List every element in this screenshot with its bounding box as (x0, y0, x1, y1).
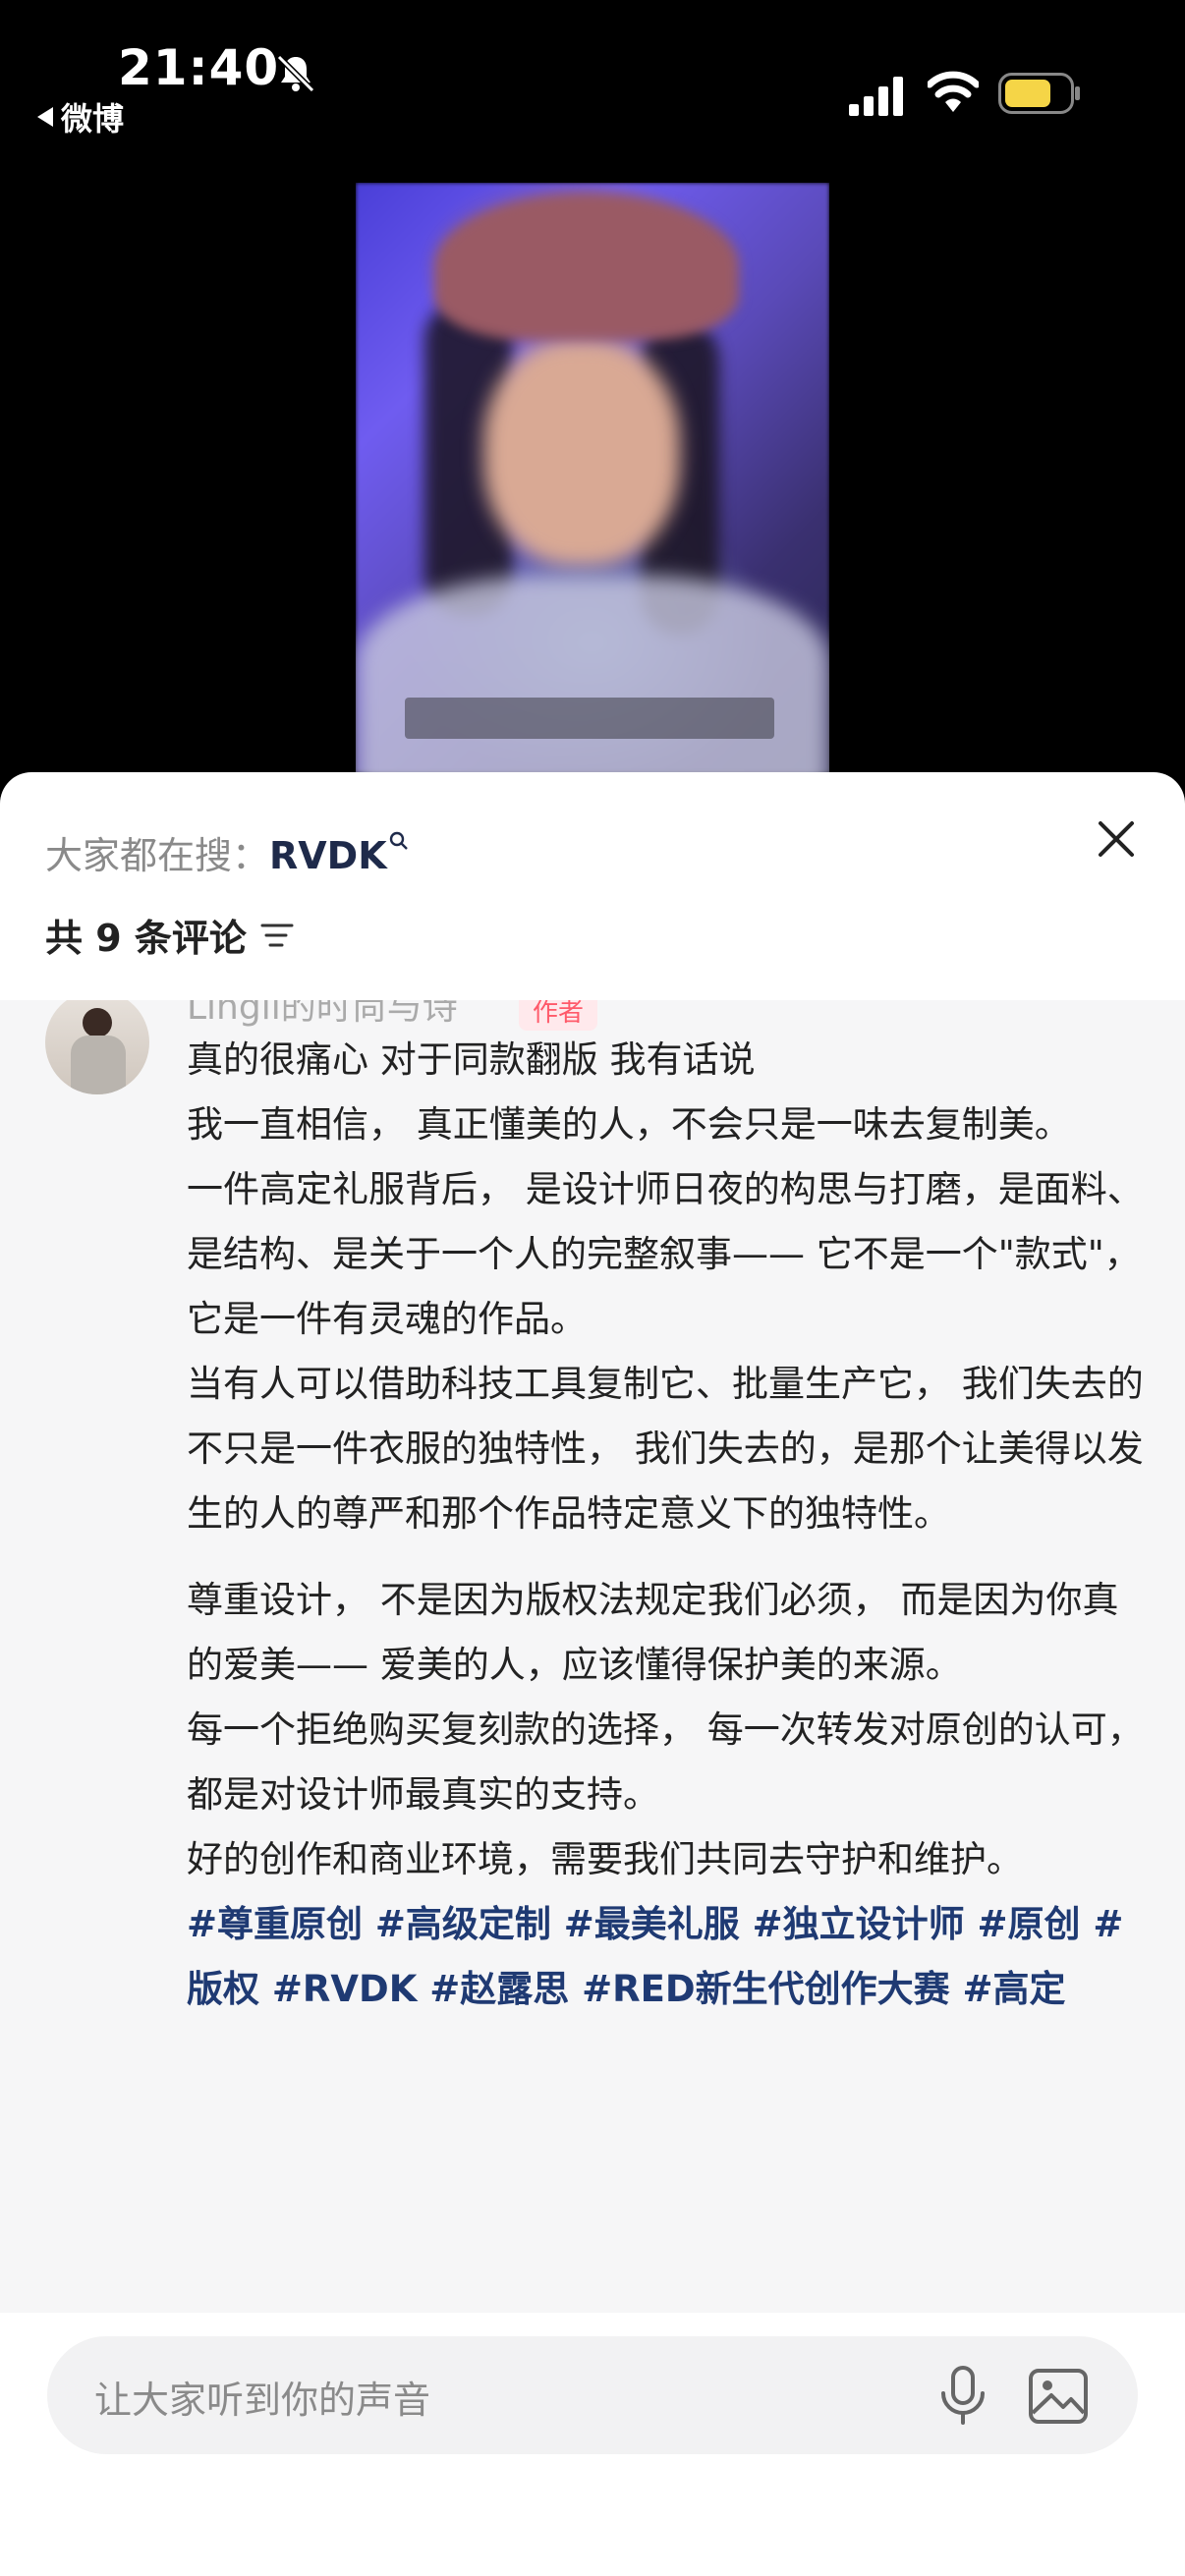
wifi-icon (928, 71, 979, 112)
comment-paragraph: 真的很痛心 对于同款翻版 我有话说 (187, 1038, 756, 1081)
author-avatar[interactable] (45, 1000, 149, 1094)
close-icon[interactable] (1093, 815, 1140, 863)
comment-paragraph: 我一直相信， 真正懂美的人，不会只是一味去复制美。 (187, 1103, 1071, 1146)
video-player[interactable] (356, 183, 829, 772)
comment-paragraph: 每一个拒绝购买复刻款的选择， 每一次转发对原创的认可， 都是对设计师最真实的支持… (187, 1708, 1144, 1816)
comment-list: Lingli的时尚与诗 作者 真的很痛心 对于同款翻版 我有话说 我一直相信， … (0, 1000, 1185, 2313)
comment-count-label: 共 9 条评论 (45, 917, 247, 960)
comment-input[interactable]: 让大家听到你的声音 (47, 2336, 1138, 2454)
back-caret-icon (37, 107, 53, 127)
trending-prefix: 大家都在搜： (45, 834, 270, 877)
status-time: 21:40 (118, 39, 280, 96)
comment-input-placeholder: 让大家听到你的声音 (94, 2379, 431, 2422)
comment-paragraph: 好的创作和商业环境，需要我们共同去守护和维护。 (187, 1838, 1023, 1880)
back-app-label: 微博 (61, 100, 125, 138)
back-to-app-button[interactable]: 微博 (37, 94, 124, 140)
battery-icon (998, 73, 1080, 114)
avatar-figure-head (83, 1008, 112, 1037)
status-bar: 21:40 微博 (0, 0, 1185, 157)
comment-count-sort[interactable]: 共 9 条评论 (45, 908, 294, 962)
trending-keyword[interactable]: RVDK (269, 834, 387, 877)
mute-bell-icon (276, 54, 315, 93)
avatar-figure-body (71, 1036, 126, 1094)
comment-paragraph: 尊重设计， 不是因为版权法规定我们必须， 而是因为你真的爱美—— 爱美的人，应该… (187, 1579, 1119, 1686)
cellular-signal-icon (849, 77, 903, 116)
search-icon (389, 831, 408, 850)
trending-search[interactable]: 大家都在搜：RVDK (45, 825, 409, 879)
comment-paragraph: 当有人可以借助科技工具复制它、批量生产它， 我们失去的不只是一件衣服的独特性， … (187, 1363, 1144, 1535)
comment-paragraph: 一件高定礼服背后， 是设计师日夜的构思与打磨，是面料、是结构、是关于一个人的完整… (187, 1168, 1144, 1340)
video-caption-bar (405, 698, 774, 739)
image-picker-icon[interactable] (1028, 2368, 1089, 2425)
video-figure-face (483, 340, 680, 566)
author-badge: 作者 (519, 1000, 598, 1031)
comment-author-name[interactable]: Lingli的时尚与诗 (187, 1000, 458, 1030)
video-figure-jacket (356, 576, 829, 772)
video-figure-cap (434, 193, 739, 340)
comment-text: 真的很痛心 对于同款翻版 我有话说 我一直相信， 真正懂美的人，不会只是一味去复… (187, 1028, 1150, 2022)
sort-filter-icon (260, 924, 294, 946)
comment-hashtags[interactable]: #尊重原创 #高级定制 #最美礼服 #独立设计师 #原创 #版权 #RVDK #… (187, 1892, 1150, 2022)
comment-sheet: 大家都在搜：RVDK 共 9 条评论 Lingli的时尚与诗 作者 真的很痛心 … (0, 772, 1185, 2576)
microphone-icon[interactable] (935, 2364, 990, 2427)
